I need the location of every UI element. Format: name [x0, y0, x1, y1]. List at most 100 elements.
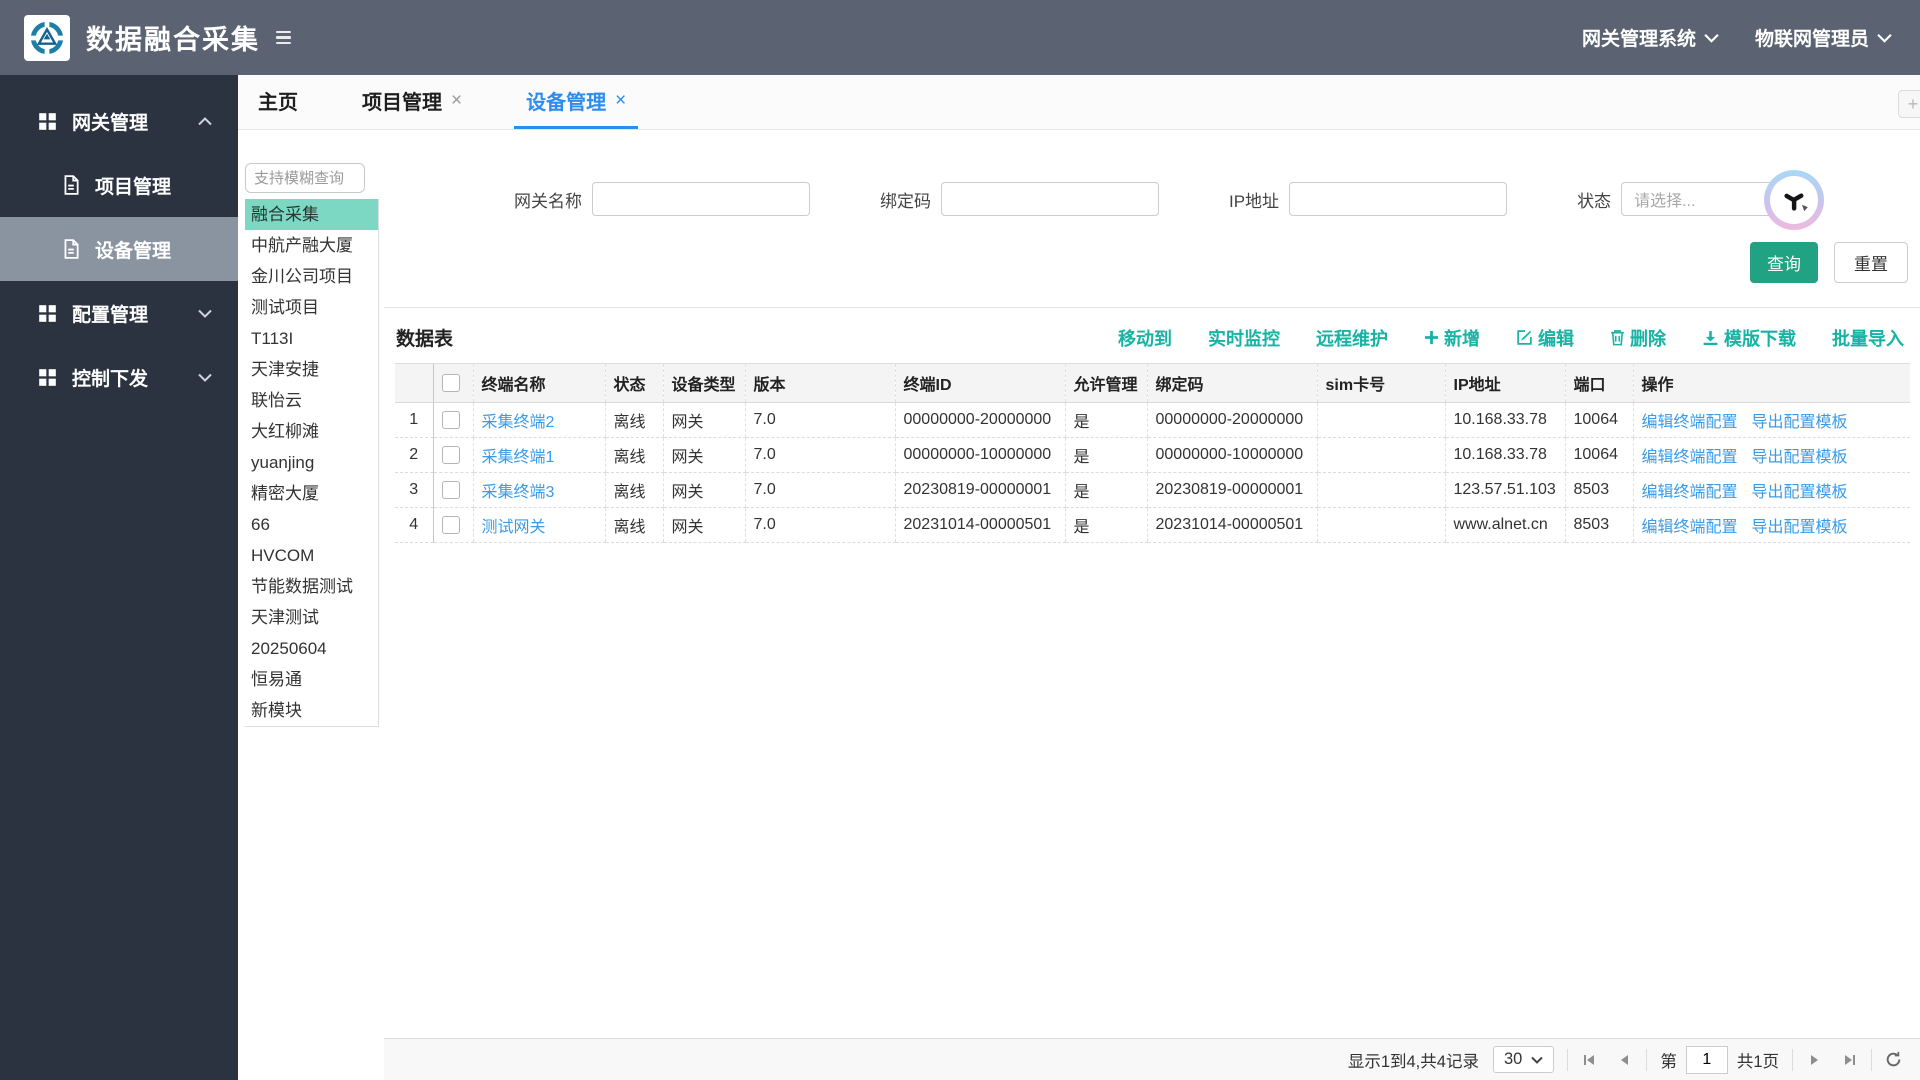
close-icon[interactable]: ×: [615, 91, 626, 110]
project-item[interactable]: HVCOM: [245, 540, 378, 571]
sidebar-item-project-management[interactable]: 项目管理: [0, 153, 238, 217]
allow-manage-cell: 是: [1064, 507, 1147, 543]
export-config-template-link[interactable]: 导出配置模板: [1752, 519, 1848, 536]
menu-toggle-icon[interactable]: [276, 30, 291, 45]
project-item[interactable]: 精密大厦: [245, 478, 378, 509]
project-search-input[interactable]: [245, 163, 365, 193]
column-header: 操作: [1632, 363, 1910, 403]
project-item[interactable]: yuanjing: [245, 447, 378, 478]
device-type-cell: 网关: [662, 472, 745, 508]
table-row: 3 采集终端3 离线 网关 7.0 20230819-00000001 是 20230819-…: [395, 472, 1910, 508]
row-select-cell: [432, 472, 473, 508]
tab-bar: + 主页 项目管理 × 设备管理 ×: [238, 75, 1920, 130]
project-item[interactable]: 联怡云: [245, 385, 378, 416]
terminal-name-link[interactable]: 采集终端2: [482, 414, 555, 431]
toolbar-action-edit[interactable]: 编辑: [1516, 325, 1574, 351]
user-dropdown[interactable]: 物联网管理员: [1755, 24, 1892, 51]
trident-glyph-icon: [1784, 193, 1808, 212]
ip-cell: www.alnet.cn: [1444, 507, 1565, 543]
first-page-icon: [1584, 1054, 1595, 1065]
trash-icon: [1610, 329, 1625, 346]
terminal-name-link[interactable]: 测试网关: [482, 519, 546, 536]
project-item[interactable]: 66: [245, 509, 378, 540]
sidebar-item-control-dispatch[interactable]: 控制下发: [0, 345, 238, 409]
toolbar-action-move-to[interactable]: 移动到: [1118, 325, 1172, 351]
tab-label: 主页: [258, 92, 298, 114]
project-item[interactable]: 新模块: [245, 695, 378, 726]
chevron-down-icon: [198, 373, 212, 382]
toolbar-action-realtime-monitor[interactable]: 实时监控: [1208, 325, 1280, 351]
row-checkbox[interactable]: [441, 515, 460, 534]
toolbar-action-template-download[interactable]: 模版下载: [1702, 325, 1796, 351]
previous-page-button[interactable]: [1617, 1052, 1633, 1068]
project-item[interactable]: 20250604: [245, 633, 378, 664]
sidebar-item-config-management[interactable]: 配置管理: [0, 281, 238, 345]
system-dropdown[interactable]: 网关管理系统: [1582, 24, 1719, 51]
toolbar-action-remote-maintenance[interactable]: 远程维护: [1316, 325, 1388, 351]
ip-address-input[interactable]: [1289, 182, 1508, 216]
sidebar-item-label: 设备管理: [95, 240, 172, 262]
next-page-icon: [1811, 1054, 1818, 1065]
refresh-button[interactable]: [1885, 1051, 1902, 1068]
grid-icon: [38, 368, 57, 387]
project-item[interactable]: T113I: [245, 323, 378, 354]
page-size-select[interactable]: 30: [1492, 1046, 1555, 1073]
allow-manage-cell: 是: [1064, 437, 1147, 473]
reset-button[interactable]: 重置: [1834, 242, 1908, 283]
row-actions-cell: 编辑终端配置 导出配置模板: [1632, 507, 1910, 543]
close-icon[interactable]: ×: [451, 91, 462, 110]
project-item[interactable]: 天津安捷: [245, 354, 378, 385]
row-checkbox[interactable]: [441, 445, 460, 464]
edit-terminal-config-link[interactable]: 编辑终端配置: [1642, 484, 1738, 501]
project-item[interactable]: 大红柳滩: [245, 416, 378, 447]
first-page-button[interactable]: [1581, 1052, 1597, 1068]
column-header: 允许管理: [1064, 363, 1147, 403]
tab-device-management[interactable]: 设备管理 ×: [514, 75, 639, 129]
sidebar-item-gateway-management[interactable]: 网关管理: [0, 89, 238, 153]
filter-buttons: 查询 重置: [384, 216, 1920, 307]
bind-code-input[interactable]: [941, 182, 1159, 216]
row-checkbox[interactable]: [441, 480, 460, 499]
project-item[interactable]: 金川公司项目: [245, 261, 378, 292]
select-all-checkbox[interactable]: [441, 373, 460, 392]
row-checkbox[interactable]: [441, 410, 460, 429]
status-cell: 离线: [604, 472, 663, 508]
tab-overflow-button[interactable]: +: [1898, 90, 1920, 118]
status-select[interactable]: 请选择...: [1621, 170, 1825, 230]
tab-project-management[interactable]: 项目管理 ×: [350, 75, 474, 129]
project-item[interactable]: 融合采集: [245, 199, 378, 230]
toolbar-action-add[interactable]: 新增: [1424, 325, 1480, 351]
tab-home[interactable]: 主页: [246, 75, 310, 129]
next-page-button[interactable]: [1806, 1052, 1822, 1068]
page-number-input[interactable]: [1685, 1045, 1728, 1074]
project-item[interactable]: 节能数据测试: [245, 571, 378, 602]
toolbar-action-delete[interactable]: 删除: [1610, 325, 1666, 351]
edit-terminal-config-link[interactable]: 编辑终端配置: [1642, 449, 1738, 466]
chevron-down-icon: [1877, 33, 1892, 43]
project-item[interactable]: 天津测试: [245, 602, 378, 633]
toolbar-action-batch-import[interactable]: 批量导入: [1832, 325, 1904, 351]
export-config-template-link[interactable]: 导出配置模板: [1752, 484, 1848, 501]
user-dropdown-label: 物联网管理员: [1754, 29, 1869, 50]
edit-terminal-config-link[interactable]: 编辑终端配置: [1642, 414, 1738, 431]
export-config-template-link[interactable]: 导出配置模板: [1752, 414, 1848, 431]
last-page-button[interactable]: [1842, 1052, 1858, 1068]
terminal-name-link[interactable]: 采集终端3: [482, 484, 555, 501]
gateway-name-input[interactable]: [592, 182, 810, 216]
sidebar-item-device-management[interactable]: 设备管理: [0, 217, 238, 281]
project-item[interactable]: 恒易通: [245, 664, 378, 695]
row-actions-cell: 编辑终端配置 导出配置模板: [1632, 472, 1910, 508]
port-cell: 10064: [1564, 402, 1633, 438]
project-item[interactable]: 测试项目: [245, 292, 378, 323]
port-cell: 8503: [1564, 472, 1633, 508]
export-config-template-link[interactable]: 导出配置模板: [1752, 449, 1848, 466]
sim-cell: [1316, 472, 1445, 508]
query-button[interactable]: 查询: [1750, 242, 1818, 283]
terminal-name-link[interactable]: 采集终端1: [482, 449, 555, 466]
edit-terminal-config-link[interactable]: 编辑终端配置: [1642, 519, 1738, 536]
ip-cell: 10.168.33.78: [1444, 402, 1565, 438]
project-item[interactable]: 中航产融大厦: [245, 230, 378, 261]
sidebar: 网关管理 项目管理设备管理配置管理 控制下发: [0, 75, 238, 1080]
sim-cell: [1316, 507, 1445, 543]
input-overlay-badge-icon[interactable]: [1764, 170, 1825, 230]
